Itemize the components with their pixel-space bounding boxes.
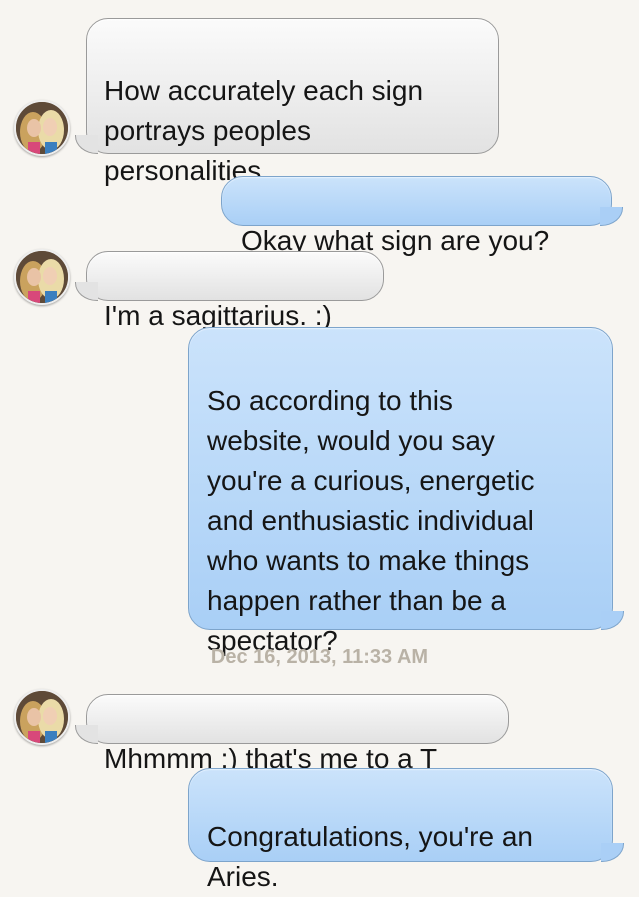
message-text: So according to this website, would you … (207, 385, 535, 656)
sent-message-bubble[interactable]: So according to this website, would you … (188, 327, 624, 656)
avatar[interactable] (14, 100, 70, 156)
bubble-tail (601, 843, 624, 862)
message-text: Congratulations, you're an Aries. (207, 821, 533, 892)
sent-message-bubble[interactable]: Congratulations, you're an Aries. (188, 768, 624, 892)
bubble-tail (75, 725, 98, 744)
bubble-tail (75, 135, 98, 154)
bubble-tail (75, 282, 98, 301)
bubble-tail (600, 207, 623, 226)
received-message-bubble[interactable]: Mhmmm :) that's me to a T (75, 694, 509, 774)
avatar[interactable] (14, 689, 70, 745)
bubble-tail (601, 611, 624, 630)
sent-message-bubble[interactable]: Okay what sign are you? (221, 176, 623, 256)
message-text: How accurately each sign portrays people… (104, 75, 424, 186)
received-message-bubble[interactable]: How accurately each sign portrays people… (75, 18, 499, 186)
message-timestamp: Dec 16, 2013, 11:33 AM (210, 646, 429, 668)
received-message-bubble[interactable]: I'm a sagittarius. :) (75, 251, 384, 331)
avatar[interactable] (14, 249, 70, 305)
